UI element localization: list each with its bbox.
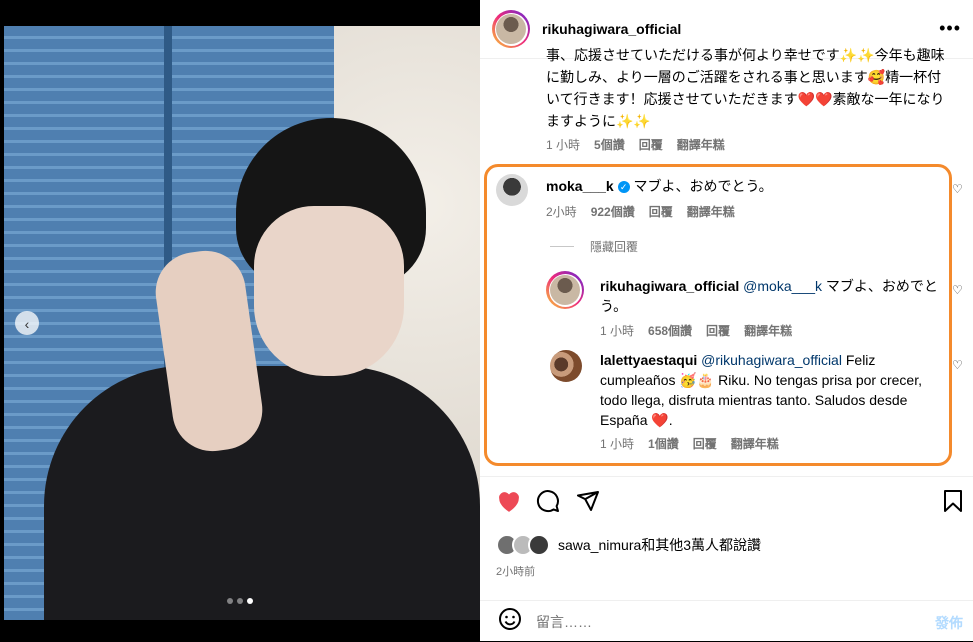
reply-like-heart-icon[interactable]: ♡ xyxy=(952,359,964,371)
reply-mention[interactable]: @moka___k xyxy=(743,278,822,294)
emoji-icon xyxy=(499,608,521,630)
posted-time: 2小時前 xyxy=(496,566,536,578)
verified-badge-icon: ✓ xyxy=(617,181,630,194)
caption-meta: 1 小時 5個讚 回覆 翻譯年糕 xyxy=(546,136,725,153)
comment-composer: 發佈 xyxy=(480,600,973,642)
reply-avatar[interactable] xyxy=(546,271,584,309)
likes-summary[interactable]: sawa_nimura和其他3萬人都說讚 xyxy=(496,534,761,556)
likers-avatars xyxy=(496,534,550,556)
comment-item: moka___k ✓ マブよ、おめでとう。 xyxy=(546,176,926,196)
reply-meta: 1 小時 1個讚 回覆 翻譯年糕 xyxy=(600,435,779,452)
share-icon xyxy=(577,491,599,511)
caption-time: 1 小時 xyxy=(546,138,581,152)
reply-item: lalettyaestaqui @rikuhagiwara_official F… xyxy=(600,350,930,430)
carousel-dot xyxy=(237,598,243,604)
post-comment-button[interactable]: 發佈 xyxy=(935,613,963,633)
comment-time: 2小時 xyxy=(546,205,577,219)
reply-like-heart-icon[interactable]: ♡ xyxy=(952,284,964,296)
author-username[interactable]: rikuhagiwara_official xyxy=(542,21,681,37)
comment-icon xyxy=(537,490,559,513)
chevron-left-icon: ‹ xyxy=(24,316,30,332)
more-horizontal-icon: ••• xyxy=(939,18,961,38)
caption-reply-button[interactable]: 回覆 xyxy=(639,136,663,153)
author-avatar[interactable] xyxy=(492,10,530,48)
reply-likes[interactable]: 1個讚 xyxy=(648,435,679,452)
image-person-face xyxy=(254,206,404,376)
comment-input[interactable] xyxy=(534,612,898,631)
caption-translate-button[interactable]: 翻譯年糕 xyxy=(677,136,725,153)
hide-replies-button[interactable]: 隱藏回覆 xyxy=(550,238,638,255)
likes-text: sawa_nimura和其他3萬人都說讚 xyxy=(558,537,762,553)
post-image xyxy=(4,26,480,620)
reply-username[interactable]: rikuhagiwara_official xyxy=(600,278,739,294)
like-button[interactable] xyxy=(496,489,522,518)
reply-reply-button[interactable]: 回覆 xyxy=(706,322,730,339)
hide-replies-label: 隱藏回覆 xyxy=(590,240,639,254)
reply-time: 1 小時 xyxy=(600,324,635,338)
post-panel: rikuhagiwara_official ••• 事、応援させていただける事が… xyxy=(480,0,973,641)
reply-username[interactable]: lalettyaestaqui xyxy=(600,352,697,368)
reply-avatar[interactable] xyxy=(550,350,582,382)
reply-reply-button[interactable]: 回覆 xyxy=(693,435,717,452)
comment-meta: 2小時 922個讚 回覆 翻譯年糕 xyxy=(546,203,735,220)
comment-translate-button[interactable]: 翻譯年糕 xyxy=(687,203,735,220)
bookmark-icon xyxy=(944,490,962,512)
carousel-dot-active xyxy=(247,598,253,604)
caption-text: 事、応援させていただける事が何より幸せです✨✨今年も趣味に勤しみ、より一層のご活… xyxy=(546,47,945,129)
reply-time: 1 小時 xyxy=(600,437,635,451)
reply-mention[interactable]: @rikuhagiwara_official xyxy=(701,352,842,368)
reply-translate-button[interactable]: 翻譯年糕 xyxy=(731,435,779,452)
more-options-button[interactable]: ••• xyxy=(939,18,961,39)
reply-likes[interactable]: 658個讚 xyxy=(648,322,692,339)
comment-like-heart-icon[interactable]: ♡ xyxy=(952,183,964,195)
carousel-prev-button[interactable]: ‹ xyxy=(15,311,39,335)
carousel-dots xyxy=(227,598,253,604)
share-button[interactable] xyxy=(576,489,600,518)
hide-replies-line xyxy=(550,246,574,247)
comment-username[interactable]: moka___k xyxy=(546,178,614,194)
post-photo-area: ‹ xyxy=(0,0,480,641)
emoji-button[interactable] xyxy=(498,607,522,636)
comment-button[interactable] xyxy=(536,489,560,518)
comment-avatar[interactable] xyxy=(496,174,528,206)
caption-likes[interactable]: 5個讚 xyxy=(594,136,625,153)
reply-item: rikuhagiwara_official @moka___k マブよ、おめでと… xyxy=(600,276,940,316)
reply-meta: 1 小時 658個讚 回覆 翻譯年糕 xyxy=(600,322,792,339)
liker-avatar xyxy=(528,534,550,556)
carousel-dot xyxy=(227,598,233,604)
heart-filled-icon xyxy=(499,492,519,512)
comment-likes[interactable]: 922個讚 xyxy=(591,203,635,220)
comment-reply-button[interactable]: 回覆 xyxy=(649,203,673,220)
reply-translate-button[interactable]: 翻譯年糕 xyxy=(744,322,792,339)
action-bar xyxy=(480,476,973,521)
comment-text: マブよ、おめでとう。 xyxy=(633,178,773,194)
save-button[interactable] xyxy=(942,489,964,518)
